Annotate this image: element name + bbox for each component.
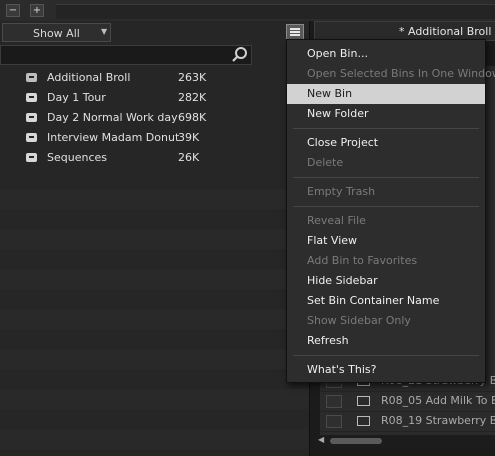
open-bin-icon: [26, 73, 37, 82]
menu-item-open-selected-bins[interactable]: Open Selected Bins In One Window: [287, 64, 495, 84]
bin-name: Day 2 Normal Work day: [47, 111, 178, 124]
bin-item[interactable]: Additional Broll 263K: [0, 68, 309, 88]
bin-title: * Additional Broll: [399, 25, 492, 38]
bin-icon: [26, 133, 37, 142]
menu-item-new-bin[interactable]: New Bin: [287, 84, 485, 104]
menu-item-refresh[interactable]: Refresh: [287, 331, 485, 351]
collapse-button[interactable]: −: [6, 4, 20, 17]
menu-item-show-sidebar-only[interactable]: Show Sidebar Only: [287, 311, 485, 331]
clip-name: R08_05 Add Milk To Eg: [381, 394, 495, 407]
bin-item[interactable]: Interview Madam Donut 39K: [0, 128, 309, 148]
menu-item-delete[interactable]: Delete: [287, 153, 485, 173]
bin-size: 39K: [178, 131, 200, 144]
menu-item-whats-this[interactable]: What's This?: [287, 360, 485, 380]
film-clip-icon: [357, 396, 370, 406]
menu-item-open-bin[interactable]: Open Bin...: [287, 44, 485, 64]
bin-name: Day 1 Tour: [47, 91, 106, 104]
menu-item-empty-trash[interactable]: Empty Trash: [287, 182, 485, 202]
bin-name: Sequences: [47, 151, 107, 164]
bin-sidebar: Show All ▼ Additional Broll 263K Day 1 T…: [0, 21, 309, 456]
search-icon[interactable]: [231, 46, 249, 64]
scroll-left-icon[interactable]: ◀: [318, 435, 324, 444]
hamburger-menu-button[interactable]: [286, 24, 304, 40]
menu-item-flat-view[interactable]: Flat View: [287, 231, 485, 251]
menu-item-close-project[interactable]: Close Project: [287, 133, 485, 153]
menu-separator: [293, 177, 479, 178]
menu-separator: [293, 206, 479, 207]
show-filter-dropdown[interactable]: Show All ▼: [2, 23, 111, 42]
clip-row[interactable]: R08_19 Strawberry Bit: [320, 411, 495, 432]
menu-separator: [293, 128, 479, 129]
scroll-thumb[interactable]: [330, 438, 382, 444]
bin-size: 698K: [178, 111, 207, 124]
bin-size: 263K: [178, 71, 207, 84]
menu-separator: [293, 355, 479, 356]
dropdown-arrow-icon: ▼: [101, 27, 108, 36]
menu-item-add-bin-to-favorites[interactable]: Add Bin to Favorites: [287, 251, 485, 271]
bin-icon: [26, 93, 37, 102]
menu-item-reveal-file[interactable]: Reveal File: [287, 211, 485, 231]
clip-name: R08_19 Strawberry Bit: [381, 414, 495, 427]
show-filter-label: Show All: [33, 27, 80, 40]
bin-name: Additional Broll: [47, 71, 131, 84]
bin-item[interactable]: Sequences 26K: [0, 148, 309, 168]
bin-icon: [26, 113, 37, 122]
horizontal-scrollbar[interactable]: ◀: [316, 435, 495, 447]
bin-icon: [26, 153, 37, 162]
bin-tab[interactable]: * Additional Broll: [314, 21, 495, 41]
checkbox[interactable]: [326, 395, 342, 408]
bin-item[interactable]: Day 1 Tour 282K: [0, 88, 309, 108]
clip-row[interactable]: R08_05 Add Milk To Eg: [320, 391, 495, 412]
menu-item-set-bin-container-name[interactable]: Set Bin Container Name: [287, 291, 485, 311]
top-toolbar: − +: [0, 0, 495, 22]
bin-size: 282K: [178, 91, 207, 104]
toolbar-track: [56, 4, 495, 19]
film-clip-icon: [357, 416, 370, 426]
bin-item[interactable]: Day 2 Normal Work day 698K: [0, 108, 309, 128]
expand-button[interactable]: +: [30, 4, 44, 17]
menu-item-new-folder[interactable]: New Folder: [287, 104, 485, 124]
search-input[interactable]: [0, 45, 252, 65]
bin-size: 26K: [178, 151, 200, 164]
bin-name: Interview Madam Donut: [47, 131, 180, 144]
checkbox[interactable]: [326, 415, 342, 428]
menu-item-hide-sidebar[interactable]: Hide Sidebar: [287, 271, 485, 291]
bin-options-menu: Open Bin... Open Selected Bins In One Wi…: [286, 39, 495, 383]
